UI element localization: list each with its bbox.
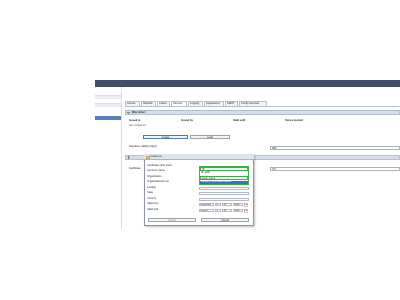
valid-from-month[interactable]: Jul xyxy=(222,203,232,207)
sidebar-item[interactable] xyxy=(95,95,121,99)
combo-option[interactable]: IP_addr xyxy=(200,171,248,176)
valid-until-year[interactable]: 2028 xyxy=(233,208,243,212)
dialog-cancel-button[interactable]: Cancel xyxy=(201,218,249,222)
state-input[interactable] xyxy=(199,192,249,196)
calendar-icon[interactable] xyxy=(244,208,248,213)
app-header-bar xyxy=(95,80,400,87)
country-input[interactable] xyxy=(199,197,249,201)
sidebar-item-selected[interactable] xyxy=(95,116,121,120)
valid-until-weekday[interactable]: Donner xyxy=(199,208,214,212)
validity-value: 365 xyxy=(272,146,277,150)
dialog-field-label: Common name xyxy=(147,169,165,172)
valid-from-year[interactable]: 2018 xyxy=(233,203,243,207)
dialog-field-label: Certificate store (cert) xyxy=(147,164,172,167)
load-button[interactable]: Load xyxy=(190,135,230,139)
dialog-title-bar: Create Ce xyxy=(144,154,254,160)
create-button[interactable]: Create xyxy=(143,135,188,139)
empty-state-text: Not configured xyxy=(129,124,146,127)
chevron-right-icon[interactable] xyxy=(127,156,130,159)
column-header-issued-by: Issued by xyxy=(181,119,193,122)
calendar-icon[interactable] xyxy=(244,203,248,207)
valid-until-month[interactable]: Jul xyxy=(222,208,232,212)
chevron-down-icon[interactable] xyxy=(127,111,130,114)
dialog-field-label: Valid from xyxy=(147,202,159,205)
dialog-create-button[interactable]: Create xyxy=(148,218,196,222)
dialog-field-label: Locality xyxy=(147,185,156,189)
validity-input[interactable]: 365 xyxy=(270,146,400,150)
column-header-valid-until: Valid until xyxy=(233,119,246,122)
valid-from-day[interactable]: 6 xyxy=(215,203,221,207)
dialog-field-label: Organization xyxy=(147,174,162,178)
certificate-icon xyxy=(146,155,150,159)
column-header-stores: Stores located xyxy=(285,119,303,122)
dialog-field-label: Organizational unit xyxy=(147,180,169,183)
valid-until-day[interactable]: 5 xyxy=(215,208,221,212)
locality-input[interactable] xyxy=(199,186,249,190)
certificate-label: Certificate xyxy=(129,167,141,170)
valid-from-weekday[interactable]: Fernsehen xyxy=(199,203,214,207)
dialog-field-label: Country xyxy=(147,196,157,200)
column-header-issued-to: Issued to xyxy=(129,119,141,122)
validity-label: Signature validity (days) xyxy=(129,145,157,148)
certificate-select[interactable]: Off xyxy=(270,167,400,171)
section-title: Mfg vnCert xyxy=(132,111,146,115)
tab-divider xyxy=(125,106,400,107)
dialog-title: Create Ce xyxy=(150,154,162,158)
section-header: Mfg vnCert xyxy=(125,110,400,115)
sidebar-item[interactable] xyxy=(95,103,121,107)
sidebar xyxy=(95,87,122,229)
combo-option-highlighted[interactable]: Subject_Alternative Name xyxy=(200,180,248,185)
dialog-field-label: State xyxy=(147,191,154,194)
dialog-field-label: Valid until xyxy=(147,207,159,211)
certificate-value: Off xyxy=(272,167,276,171)
